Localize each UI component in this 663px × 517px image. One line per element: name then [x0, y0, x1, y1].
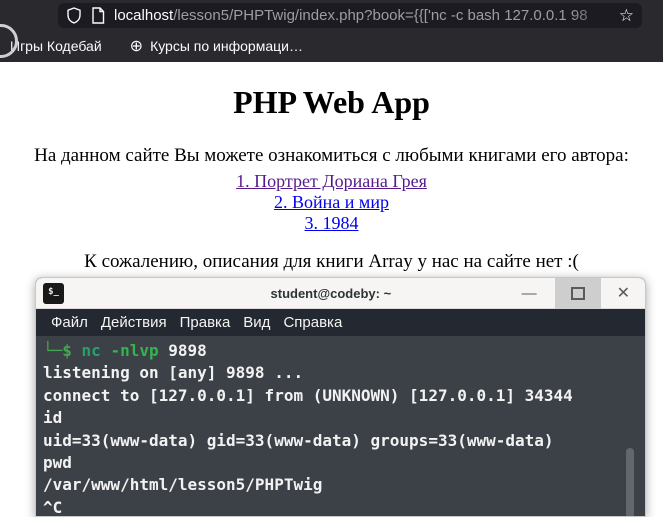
terminal-output[interactable]: └─$ nc -nlvp 9898 listening on [any] 989…	[36, 336, 645, 517]
terminal-titlebar[interactable]: $_ student@codeby: ~ — ✕	[36, 278, 645, 309]
command-nc: nc	[71, 341, 101, 360]
url-text[interactable]: localhost/lesson5/PHPTwig/index.php?book…	[114, 7, 613, 24]
error-message: К сожалению, описания для книги Array у …	[84, 251, 579, 272]
url-path: /lesson5/PHPTwig/index.php?book={{['nc -…	[173, 7, 588, 24]
bookmarks-bar: Игры Кодебай ⊕ Курсы по информаци…	[0, 30, 663, 62]
shell-prompt: └─$	[43, 341, 72, 360]
menu-view[interactable]: Вид	[237, 314, 276, 331]
url-host: localhost	[114, 7, 174, 24]
minimize-button[interactable]: —	[504, 278, 555, 309]
bookmark-label: Курсы по информаци…	[150, 38, 303, 54]
terminal-prompt-line: └─$ nc -nlvp 9898	[43, 340, 645, 362]
book-link-1984[interactable]: 3. 1984	[0, 213, 663, 234]
terminal-line: id	[43, 408, 63, 428]
window-controls: — ✕	[504, 278, 645, 309]
shield-icon[interactable]	[66, 7, 82, 24]
url-bar[interactable]: localhost/lesson5/PHPTwig/index.php?book…	[58, 3, 642, 28]
terminal-scrollbar[interactable]	[626, 448, 634, 516]
close-button[interactable]: ✕	[601, 278, 645, 309]
terminal-app-icon: $_	[43, 282, 64, 304]
bookmark-star-icon[interactable]: ☆	[619, 3, 634, 28]
menu-edit[interactable]: Правка	[174, 314, 237, 331]
terminal-line: listening on [any] 9898 ...	[43, 363, 304, 383]
terminal-line: uid=33(www-data) gid=33(www-data) groups…	[43, 430, 554, 450]
terminal-line: connect to [127.0.0.1] from (UNKNOWN) [1…	[43, 385, 573, 405]
command-arg: 9898	[158, 341, 207, 360]
terminal-menubar: Файл Действия Правка Вид Справка	[36, 309, 645, 336]
book-links: 1. Портрет Дориана Грея 2. Война и мир 3…	[0, 171, 663, 234]
globe-icon: ⊕	[129, 38, 144, 55]
menu-actions[interactable]: Действия	[95, 314, 173, 331]
terminal-line: /var/www/html/lesson5/PHPTwig	[43, 475, 323, 495]
page-title: PHP Web App	[233, 84, 430, 120]
menu-file[interactable]: Файл	[45, 314, 94, 331]
terminal-window: $_ student@codeby: ~ — ✕ Файл Действия П…	[35, 277, 646, 517]
browser-chrome: localhost/lesson5/PHPTwig/index.php?book…	[0, 0, 663, 62]
web-page: PHP Web App На данном сайте Вы можете оз…	[0, 62, 663, 273]
maximize-button[interactable]	[554, 278, 601, 309]
maximize-icon	[570, 286, 585, 300]
bookmark-item-courses[interactable]: ⊕ Курсы по информаци…	[130, 36, 303, 56]
terminal-line: pwd	[43, 453, 72, 473]
terminal-line: ^C	[43, 497, 63, 517]
browser-toolbar: localhost/lesson5/PHPTwig/index.php?book…	[0, 0, 663, 58]
command-flags: -nlvp	[100, 341, 159, 360]
menu-help[interactable]: Справка	[277, 314, 348, 331]
book-link-dorian-gray[interactable]: 1. Портрет Дориана Грея	[0, 171, 663, 192]
book-link-war-and-peace[interactable]: 2. Война и мир	[0, 192, 663, 213]
terminal-title: student@codeby: ~	[270, 285, 392, 301]
page-icon[interactable]	[91, 7, 105, 24]
intro-text: На данном сайте Вы можете ознакомиться с…	[34, 145, 629, 166]
